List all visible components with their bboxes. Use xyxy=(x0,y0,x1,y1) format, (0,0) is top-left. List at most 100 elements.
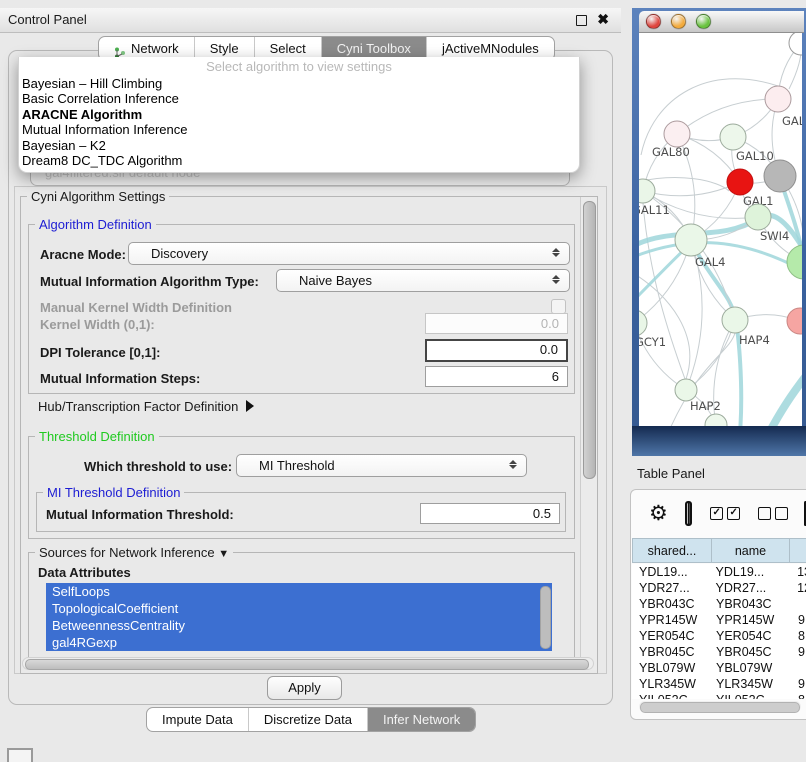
minimize-window-icon[interactable] xyxy=(671,14,686,29)
algorithm-option[interactable]: Basic Correlation Inference xyxy=(19,91,579,106)
scrollbar-thumb[interactable] xyxy=(640,702,800,713)
apply-button[interactable]: Apply xyxy=(267,676,342,700)
table-cell: YLR345W xyxy=(632,676,713,692)
close-panel-icon[interactable]: ✖ xyxy=(597,11,609,28)
algorithm-popup: Select algorithm to view settings Bayesi… xyxy=(18,57,580,173)
algorithm-popup-hint: Select algorithm to view settings xyxy=(19,57,579,76)
network-node-hap4[interactable] xyxy=(722,307,748,333)
network-node[interactable] xyxy=(705,414,727,426)
attributes-scrollbar[interactable] xyxy=(540,586,551,649)
table-cell xyxy=(792,660,798,676)
node-label: GAL11 xyxy=(639,203,670,217)
table-row[interactable]: YBR043CYBR043C xyxy=(632,596,806,612)
network-node-gal[interactable] xyxy=(765,86,791,112)
deselect-all-columns-icon[interactable] xyxy=(758,507,788,520)
table-cell: YBR043C xyxy=(632,596,713,612)
dpi-tolerance-label: DPI Tolerance [0,1]: xyxy=(40,345,160,360)
data-attributes-list[interactable]: SelfLoopsTopologicalCoefficientBetweenne… xyxy=(46,583,552,651)
table-cell: YPR145W xyxy=(632,612,713,628)
hub-definition-toggle[interactable]: Hub/Transcription Factor Definition xyxy=(38,399,254,414)
split-columns-icon[interactable] xyxy=(685,501,692,526)
table-row[interactable]: YLR345WYLR345W9. xyxy=(632,676,806,692)
table-horizontal-scrollbar[interactable] xyxy=(639,701,801,712)
panel-grip-icon[interactable] xyxy=(7,748,33,762)
table-cell: 8 xyxy=(792,692,805,699)
float-panel-icon[interactable] xyxy=(576,15,587,26)
table-cell: YDR27... xyxy=(632,580,713,596)
network-canvas[interactable]: GALGAL80GAL10GAL1GAL11SWI4GAL4GCY1HAP4YH… xyxy=(639,33,802,426)
tab-infer-network[interactable]: Infer Network xyxy=(367,708,475,731)
aracne-mode-combo[interactable]: Discovery xyxy=(128,242,570,265)
column-header-partial[interactable] xyxy=(790,538,806,563)
algorithm-option[interactable]: Mutual Information Inference xyxy=(19,122,579,137)
control-panel-titlebar: Control Panel ✖ xyxy=(0,8,621,33)
network-node-y[interactable] xyxy=(787,308,802,334)
unchecked-checkbox-icon xyxy=(758,507,771,520)
attribute-list-item[interactable]: SelfLoops xyxy=(46,583,552,600)
network-node-gal80[interactable] xyxy=(664,121,690,147)
table-row[interactable]: YBL079WYBL079W xyxy=(632,660,806,676)
zoom-window-icon[interactable] xyxy=(696,14,711,29)
settings-vertical-scrollbar[interactable] xyxy=(580,197,597,670)
mi-type-combo[interactable]: Naive Bayes xyxy=(276,269,570,292)
network-window-titlebar[interactable] xyxy=(639,11,804,33)
column-header-name[interactable]: name xyxy=(712,538,790,563)
table-row[interactable]: YBR045CYBR045C9. xyxy=(632,644,806,660)
network-node[interactable] xyxy=(764,160,796,192)
checked-checkbox-icon: ✓ xyxy=(710,507,723,520)
table-row[interactable]: YDR27...YDR27...12 xyxy=(632,580,806,596)
scrollbar-thumb[interactable] xyxy=(25,659,589,670)
manual-kernel-checkbox[interactable] xyxy=(551,299,566,314)
mi-threshold-label: Mutual Information Threshold: xyxy=(46,507,234,522)
table-cell: YDR27... xyxy=(713,580,792,596)
table-cell: 8. xyxy=(792,628,806,644)
network-view-window: GALGAL80GAL10GAL1GAL11SWI4GAL4GCY1HAP4YH… xyxy=(632,8,806,456)
mi-steps-field[interactable]: 6 xyxy=(425,366,568,387)
algorithm-popup-list: Bayesian – Hill ClimbingBasic Correlatio… xyxy=(19,76,579,168)
algorithm-option[interactable]: ARACNE Algorithm xyxy=(19,107,579,122)
table-row[interactable]: YDL19...YDL19...13 xyxy=(632,564,806,580)
table-cell: 13 xyxy=(791,564,806,580)
table-cell: YBL079W xyxy=(632,660,713,676)
network-node[interactable] xyxy=(787,245,802,279)
cyni-settings-title: Cyni Algorithm Settings xyxy=(27,189,169,204)
which-threshold-combo[interactable]: MI Threshold xyxy=(236,454,527,477)
network-edge xyxy=(643,182,740,196)
network-icon xyxy=(114,43,126,55)
hub-definition-label: Hub/Transcription Factor Definition xyxy=(38,399,238,414)
network-node-gal1[interactable] xyxy=(727,169,753,195)
network-node[interactable] xyxy=(789,33,802,55)
attribute-list-item[interactable]: TopologicalCoefficient xyxy=(46,600,552,617)
gear-icon[interactable]: ⚙ xyxy=(649,503,668,524)
tab-discretize-data[interactable]: Discretize Data xyxy=(248,708,367,731)
algorithm-option[interactable]: Bayesian – Hill Climbing xyxy=(19,76,579,91)
algorithm-definition-title: Algorithm Definition xyxy=(35,217,156,232)
table-row[interactable]: YER054CYER054C8. xyxy=(632,628,806,644)
attribute-list-item[interactable]: gal4RGexp xyxy=(46,634,552,651)
network-node-swi4[interactable] xyxy=(745,204,771,230)
table-row[interactable]: YIL052CYIL052C8 xyxy=(632,692,806,699)
column-header-shared-name[interactable]: shared... xyxy=(632,538,712,563)
select-all-columns-icon[interactable]: ✓ ✓ xyxy=(710,507,740,520)
network-node-hap2[interactable] xyxy=(675,379,697,401)
algorithm-option[interactable]: Bayesian – K2 xyxy=(19,138,579,153)
close-window-icon[interactable] xyxy=(646,14,661,29)
kernel-width-field[interactable]: 0.0 xyxy=(425,313,568,334)
algorithm-option[interactable]: Dream8 DC_TDC Algorithm xyxy=(19,153,579,168)
node-label: GAL80 xyxy=(652,145,690,159)
attribute-list-item[interactable]: BetweennessCentrality xyxy=(46,617,552,634)
table-header: shared... name xyxy=(632,538,806,563)
manual-kernel-label: Manual Kernel Width Definition xyxy=(40,300,232,315)
tab-impute-data[interactable]: Impute Data xyxy=(147,708,248,731)
network-node-gal10[interactable] xyxy=(720,124,746,150)
table-row[interactable]: YPR145WYPR145W9. xyxy=(632,612,806,628)
settings-horizontal-scrollbar[interactable] xyxy=(22,657,594,670)
table-toolbar: ⚙ ✓ ✓ xyxy=(631,490,806,536)
table-cell: YER054C xyxy=(713,628,792,644)
dpi-tolerance-field[interactable]: 0.0 xyxy=(425,339,568,362)
mi-threshold-field[interactable]: 0.5 xyxy=(420,503,560,524)
sources-group-title[interactable]: Sources for Network Inference ▼ xyxy=(35,545,233,560)
network-node-gal11[interactable] xyxy=(639,179,655,203)
network-node-gal4[interactable] xyxy=(675,224,707,256)
scrollbar-thumb[interactable] xyxy=(583,201,596,479)
